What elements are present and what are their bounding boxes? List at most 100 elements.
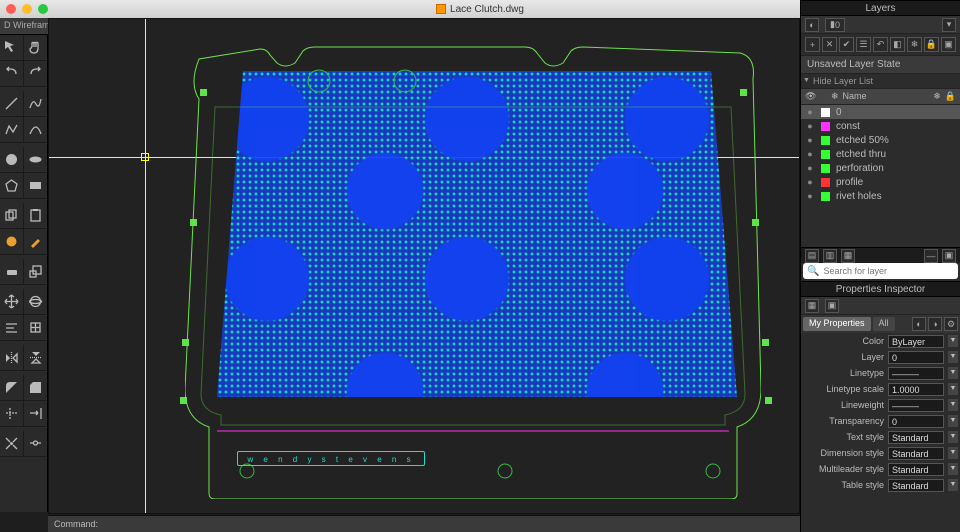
grip[interactable] — [190, 219, 197, 226]
tool-paste[interactable] — [24, 203, 47, 228]
tool-pan-cross[interactable] — [0, 289, 24, 314]
layer-color-swatch[interactable] — [821, 164, 830, 173]
layer-merge-button[interactable]: ▦ — [841, 249, 855, 263]
layer-row[interactable]: ●perforation — [801, 161, 960, 175]
drawing-canvas[interactable]: w e n d y s t e v e n s — [48, 18, 800, 514]
property-value[interactable]: 0 — [888, 415, 944, 428]
tool-fillet[interactable] — [0, 375, 24, 400]
layer-list-header[interactable]: 👁 ❄ Name ❄ 🔒 — [801, 89, 960, 105]
chevron-down-icon[interactable]: ▼ — [948, 447, 958, 459]
minimize-window-button[interactable] — [22, 4, 32, 14]
tool-eraser[interactable] — [0, 259, 24, 284]
grip[interactable] — [182, 339, 189, 346]
layer-group-button[interactable]: ▥ — [823, 249, 837, 263]
layer-color-swatch[interactable] — [821, 122, 830, 131]
tool-rectangle[interactable] — [24, 173, 47, 198]
new-layer-button[interactable]: + — [805, 37, 820, 52]
visibility-icon[interactable]: ● — [805, 135, 815, 145]
tool-polyline[interactable] — [0, 117, 24, 142]
grip[interactable] — [180, 397, 187, 404]
visibility-icon[interactable]: ● — [805, 177, 815, 187]
command-line[interactable]: Command: — [48, 515, 800, 532]
signature-label[interactable]: w e n d y s t e v e n s — [237, 451, 425, 466]
property-value[interactable]: ——— — [888, 399, 944, 412]
grip[interactable] — [740, 89, 747, 96]
chevron-down-icon[interactable]: ▼ — [948, 479, 958, 491]
layer-row[interactable]: ●const — [801, 119, 960, 133]
chevron-down-icon[interactable]: ▼ — [948, 431, 958, 443]
property-value[interactable]: Standard — [888, 447, 944, 460]
set-current-button[interactable]: ✔ — [839, 37, 854, 52]
tool-orbit[interactable] — [24, 289, 47, 314]
chevron-down-icon[interactable]: ▼ — [948, 463, 958, 475]
tool-polygon[interactable] — [0, 173, 24, 198]
chevron-down-icon[interactable]: ▼ — [948, 351, 958, 363]
layer-row[interactable]: ●profile — [801, 175, 960, 189]
chevron-down-icon[interactable]: ▼ — [948, 335, 958, 347]
tool-brush[interactable] — [24, 229, 47, 254]
layer-row[interactable]: ●0 — [801, 105, 960, 119]
tab-my-properties[interactable]: My Properties — [803, 317, 871, 331]
layer-group-dropdown[interactable]: ▮ 0 — [825, 18, 845, 32]
tool-spline[interactable] — [24, 91, 47, 116]
property-value[interactable]: 0 — [888, 351, 944, 364]
layer-previous-button[interactable]: ↶ — [873, 37, 888, 52]
layer-color-swatch[interactable] — [821, 192, 830, 201]
layer-color-swatch[interactable] — [821, 178, 830, 187]
layer-states-button[interactable]: ☰ — [856, 37, 871, 52]
hide-layer-list-toggle[interactable]: Hide Layer List — [801, 74, 960, 89]
visibility-icon[interactable]: ● — [805, 191, 815, 201]
layer-lock-button[interactable]: 🔒 — [924, 37, 939, 52]
delete-layer-button[interactable]: ✕ — [822, 37, 837, 52]
layer-color-swatch[interactable] — [821, 136, 830, 145]
grip[interactable] — [752, 219, 759, 226]
property-value[interactable]: 1.0000 — [888, 383, 944, 396]
tool-scale[interactable] — [24, 259, 47, 284]
tool-color[interactable] — [0, 229, 24, 254]
visibility-icon[interactable]: ● — [805, 163, 815, 173]
layer-color-swatch[interactable] — [821, 108, 830, 117]
tool-align[interactable] — [0, 315, 24, 340]
visibility-icon[interactable]: ● — [805, 107, 815, 117]
close-window-button[interactable] — [6, 4, 16, 14]
grip[interactable] — [765, 397, 772, 404]
visibility-icon[interactable]: ● — [805, 121, 815, 131]
layer-state-dropdown[interactable]: Unsaved Layer State — [801, 56, 960, 74]
chevron-down-icon[interactable]: ▼ — [948, 415, 958, 427]
property-value[interactable]: Standard — [888, 431, 944, 444]
tool-extend[interactable] — [24, 401, 47, 426]
chevron-down-icon[interactable]: ▼ — [948, 399, 958, 411]
tool-hand[interactable] — [24, 35, 47, 60]
zoom-window-button[interactable] — [38, 4, 48, 14]
tool-arc[interactable] — [24, 117, 47, 142]
chevron-down-icon[interactable]: ▼ — [948, 367, 958, 379]
tool-redo[interactable] — [24, 61, 47, 86]
selection-mode-icon[interactable]: ▣ — [825, 299, 839, 313]
layer-search[interactable]: 🔍 — [803, 263, 958, 279]
tab-all[interactable]: All — [873, 317, 895, 331]
quick-select-icon[interactable]: ▦ — [805, 299, 819, 313]
tool-mirror-v[interactable] — [24, 345, 47, 370]
tool-trim[interactable] — [0, 401, 24, 426]
tool-circle[interactable] — [0, 147, 24, 172]
toggle-icon[interactable]: ◑ — [928, 317, 942, 331]
tool-join[interactable] — [24, 431, 47, 456]
tool-move[interactable] — [0, 35, 24, 60]
layer-row[interactable]: ●rivet holes — [801, 189, 960, 203]
tool-ellipse[interactable] — [24, 147, 47, 172]
chevron-down-icon[interactable]: ▼ — [948, 383, 958, 395]
tool-snap[interactable] — [24, 315, 47, 340]
visibility-icon[interactable]: ● — [805, 149, 815, 159]
tool-copy[interactable] — [0, 203, 24, 228]
property-value[interactable]: Standard — [888, 463, 944, 476]
lightbulb-icon[interactable]: ◐ — [805, 18, 819, 32]
layer-row[interactable]: ●etched 50% — [801, 133, 960, 147]
chevron-down-icon[interactable]: ▾ — [942, 18, 956, 32]
tool-explode[interactable] — [0, 431, 24, 456]
layer-freeze-button[interactable]: ❄ — [907, 37, 922, 52]
collapse-icon[interactable]: — — [924, 249, 938, 263]
toggle-icon[interactable]: ◐ — [912, 317, 926, 331]
layer-color-button[interactable]: ▣ — [941, 37, 956, 52]
layer-row[interactable]: ●etched thru — [801, 147, 960, 161]
property-value[interactable]: ByLayer — [888, 335, 944, 348]
